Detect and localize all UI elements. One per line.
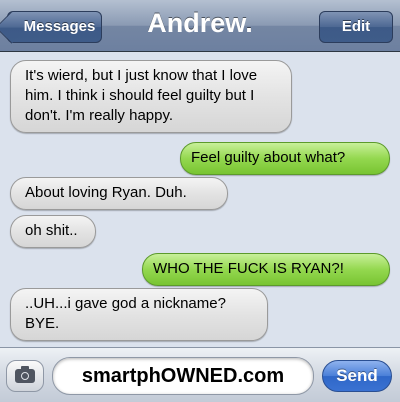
message-input[interactable]: smartphOWNED.com: [52, 357, 314, 395]
conversation-title: Andrew.: [147, 8, 253, 38]
camera-button[interactable]: [6, 360, 44, 392]
message-text: WHO THE FUCK IS RYAN?!: [153, 260, 344, 277]
send-button[interactable]: Send: [322, 360, 392, 392]
message-bubble-outgoing: WHO THE FUCK IS RYAN?!: [142, 253, 390, 286]
message-text: It's wierd, but I just know that I love …: [25, 67, 258, 124]
camera-icon: [15, 366, 35, 383]
message-text: Feel guilty about what?: [191, 149, 346, 166]
message-bubble-incoming: ..UH...i gave god a nickname? BYE.: [10, 288, 268, 341]
message-text: oh shit..: [25, 222, 78, 239]
navigation-bar: Messages Andrew. Edit: [0, 0, 400, 52]
edit-button[interactable]: Edit: [319, 11, 393, 43]
back-button[interactable]: Messages: [0, 11, 102, 44]
message-input-bar: smartphOWNED.com Send: [0, 347, 400, 402]
message-bubble-incoming: oh shit..: [10, 215, 96, 248]
message-bubble-incoming: About loving Ryan. Duh.: [10, 177, 228, 210]
message-text: ..UH...i gave god a nickname? BYE.: [25, 295, 226, 332]
message-text: About loving Ryan. Duh.: [25, 184, 187, 201]
message-bubble-outgoing: Feel guilty about what?: [180, 142, 390, 175]
back-button-label: Messages: [23, 18, 96, 35]
message-bubble-incoming: It's wierd, but I just know that I love …: [10, 60, 292, 133]
